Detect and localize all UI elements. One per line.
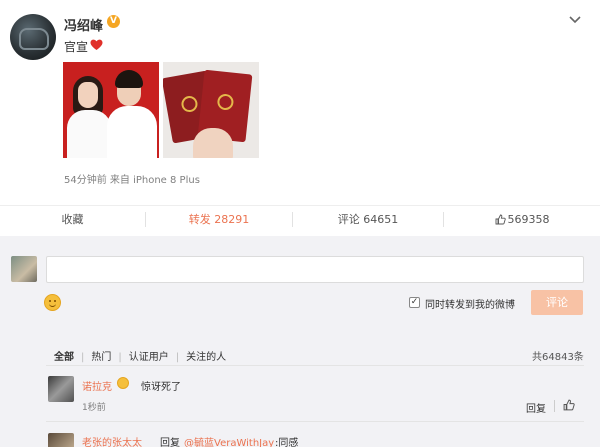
- verified-icon: V: [107, 15, 120, 28]
- reply-prefix: 回复: [160, 438, 180, 447]
- my-avatar[interactable]: [11, 256, 37, 282]
- mention-link[interactable]: @毓蓝VeraWithJay: [184, 434, 274, 447]
- repost-checkbox-label[interactable]: 同时转发到我的微博: [425, 296, 515, 311]
- repost-checkbox[interactable]: ✓: [409, 297, 420, 308]
- tab-following[interactable]: 关注的人: [186, 348, 226, 363]
- tab-all[interactable]: 全部: [54, 348, 74, 363]
- submit-comment-button[interactable]: 评论: [531, 290, 583, 315]
- couple-photo[interactable]: [63, 62, 159, 158]
- comment-filter-tabs: 全部 | 热门 | 认证用户 | 关注的人: [54, 348, 226, 363]
- comment-total: 共64843条: [532, 352, 584, 363]
- like-count: 569358: [507, 213, 550, 226]
- author-name[interactable]: 冯绍峰: [64, 15, 103, 34]
- comment-button[interactable]: 评论 64651: [293, 206, 443, 233]
- comment-time: 1秒前: [82, 403, 106, 413]
- comment-section: ✓ 同时转发到我的微博 评论 全部 | 热门 | 认证用户 | 关注的人 共64843条 诺…: [0, 236, 600, 447]
- thumbs-up-icon: [495, 214, 506, 225]
- marriage-certificate-photo[interactable]: [163, 62, 259, 158]
- commenter-avatar[interactable]: [48, 376, 74, 402]
- post-meta: 54分钟前 来自 iPhone 8 Plus: [64, 175, 200, 186]
- divider: [46, 421, 584, 422]
- tab-verified-users[interactable]: 认证用户: [129, 348, 169, 363]
- thumbs-up-icon[interactable]: [563, 399, 575, 414]
- commenter-name[interactable]: 诺拉克: [82, 378, 112, 393]
- favorite-button[interactable]: 收藏: [0, 206, 145, 233]
- divider: [46, 365, 584, 366]
- chevron-down-icon[interactable]: [568, 14, 582, 29]
- commenter-name[interactable]: 老张的张太太: [82, 434, 142, 447]
- emoji-icon[interactable]: [44, 294, 61, 311]
- comment-input[interactable]: [46, 256, 584, 283]
- action-bar: 收藏 转发 28291 评论 64651 569358: [0, 205, 600, 232]
- emoji-icon: [117, 377, 129, 389]
- post-text: 官宣: [64, 40, 89, 54]
- heart-icon: [90, 39, 103, 50]
- like-button[interactable]: 569358: [444, 206, 600, 233]
- comment-text: :同感: [275, 438, 299, 447]
- comment-text: 惊讶死了: [141, 382, 181, 393]
- repost-button[interactable]: 转发 28291: [146, 206, 292, 233]
- tab-hot[interactable]: 热门: [91, 348, 111, 363]
- commenter-avatar[interactable]: [48, 433, 74, 447]
- weibo-post: 冯绍峰 V 官宣 54分钟前 来自 iPhone 8 Plus 收藏 转发 28…: [0, 0, 600, 232]
- reply-button[interactable]: 回复: [526, 400, 546, 415]
- author-avatar[interactable]: [10, 14, 56, 60]
